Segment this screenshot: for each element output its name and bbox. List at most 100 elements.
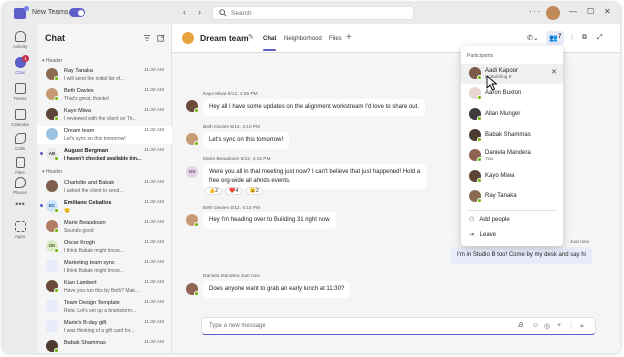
reaction-like[interactable]: 👍2 — [205, 187, 223, 195]
message-meta: Marie Beaudouin 5/12, 4:15 PM — [203, 157, 271, 162]
attach-icon[interactable]: + — [557, 322, 561, 329]
back-arrow-icon[interactable]: ‹ — [183, 7, 186, 17]
unread-indicator — [40, 152, 43, 155]
tab-neighborhood[interactable]: Neighborhood — [284, 36, 322, 42]
message-text: Let's sync on this tomorrow! — [209, 137, 284, 143]
section-header[interactable]: ▾ Header — [42, 169, 62, 175]
rail-item-chat[interactable]: 1 Chat — [3, 54, 37, 82]
my-message-bubble: I'm in Studio B too! Come by my desk and… — [451, 247, 592, 264]
chat-item[interactable]: Dream team Let's sync on this tomorrow! … — [37, 126, 172, 144]
teams-icon — [14, 83, 26, 94]
chat-item[interactable]: Kayo Miwa I reviewed with the client on … — [37, 106, 172, 124]
more-apps-icon[interactable]: ••• — [3, 199, 37, 209]
format-icon[interactable]: Ꭿ — [518, 322, 523, 330]
user-avatar[interactable] — [546, 6, 560, 20]
participant-name: Allan Munger — [485, 111, 521, 117]
participant-item[interactable]: Babak Shammas — [461, 126, 563, 146]
sticker-icon[interactable]: ◎ — [544, 322, 550, 330]
rail-item-places[interactable]: Places — [3, 174, 37, 202]
chat-item[interactable]: Marketing team sync I think Babak might … — [37, 258, 172, 276]
title-bar: New Teams ‹ › Search ··· — ☐ ✕ — [3, 3, 620, 24]
chat-item[interactable]: Babak Shammas 11:32 AM — [37, 338, 172, 353]
chat-name: Marketing team sync — [64, 260, 115, 266]
chat-item[interactable]: Beth Davies That's great, thanks! 11:32 … — [37, 86, 172, 104]
calendar-icon — [46, 320, 58, 332]
close-icon[interactable]: ✕ — [604, 7, 611, 16]
filter-icon[interactable] — [143, 34, 151, 42]
presence-icon — [54, 76, 59, 81]
chat-item[interactable]: Team Design Template Reta: Let's set up … — [37, 298, 172, 316]
participant-item[interactable]: Aadi Kapoor In Building 8 ✕ — [461, 64, 563, 84]
send-icon[interactable]: ➢ — [579, 322, 585, 330]
divider: | — [570, 322, 572, 329]
rail-item-teams[interactable]: Teams — [3, 80, 37, 108]
leave-button[interactable]: ⇥ Leave — [469, 231, 496, 238]
forward-arrow-icon[interactable]: › — [198, 7, 201, 17]
chat-item[interactable]: Kian Lambert Have you run this by Beth? … — [37, 278, 172, 296]
search-input[interactable]: Search — [212, 6, 414, 20]
rail-item-activity[interactable]: Activity — [3, 28, 37, 56]
reaction-count: 2 — [256, 188, 259, 194]
share-screen-icon[interactable]: ⧉ — [582, 34, 587, 42]
app-name: New Teams — [32, 9, 69, 16]
rail-label: Places — [13, 190, 27, 195]
leave-label: Leave — [479, 232, 497, 238]
participants-button[interactable]: 👥 7 — [546, 31, 564, 45]
chat-item[interactable]: Marie's B-day gift I was thinking of a g… — [37, 318, 172, 336]
people-icon: 👥 — [549, 35, 558, 42]
chat-preview: 😊 — [64, 207, 71, 214]
reaction-heart[interactable]: ❤️4 — [225, 187, 243, 195]
leave-icon: ⇥ — [469, 232, 475, 238]
group-avatar — [182, 32, 194, 44]
participant-item[interactable]: Ray Tanaka — [461, 187, 563, 207]
more-options-icon[interactable]: ··· — [529, 6, 541, 16]
tab-files[interactable]: Files — [329, 36, 342, 42]
section-header[interactable]: ▾ Header — [42, 58, 62, 64]
chat-time: 11:32 AM — [144, 180, 164, 185]
presence-icon — [477, 116, 482, 121]
presence-icon — [54, 248, 59, 253]
presence-icon — [54, 288, 59, 293]
rail-item-apps[interactable]: Apps — [3, 218, 37, 246]
section-header-label: Header — [45, 169, 63, 175]
new-teams-toggle[interactable] — [69, 8, 85, 17]
teams-window: New Teams ‹ › Search ··· — ☐ ✕ Activity … — [3, 3, 620, 353]
chat-item[interactable]: EC Emiliano Ceballos 😊 11:32 AM — [37, 198, 172, 216]
chat-preview: Have you run this by Beth? Mak... — [64, 287, 140, 294]
presence-icon — [477, 95, 482, 100]
remove-participant-icon[interactable]: ✕ — [551, 68, 557, 76]
new-chat-icon[interactable] — [157, 34, 165, 42]
chat-item[interactable]: Marie Beaudouin Sounds good 11:32 AM — [37, 218, 172, 236]
message-bubble: Does anyone want to grab an early lunch … — [203, 281, 351, 298]
emoji-icon[interactable]: ☺ — [532, 322, 539, 329]
chat-time: 11:32 AM — [144, 108, 164, 113]
chat-item[interactable]: Ray Tanaka I will send the initial list … — [37, 66, 172, 84]
avatar — [186, 283, 199, 296]
tab-chat[interactable]: Chat — [263, 36, 277, 51]
apps-icon — [14, 221, 26, 232]
edit-icon[interactable]: ✎ — [248, 33, 254, 41]
maximize-icon[interactable]: ☐ — [587, 7, 594, 16]
chat-time: 11:32 AM — [144, 128, 164, 133]
chat-item[interactable]: AB August Bergman I haven't checked avai… — [37, 146, 172, 164]
add-people-button[interactable]: ⚇ Add people — [469, 216, 510, 223]
participant-item[interactable]: Daniela Mandera You — [461, 146, 563, 166]
location-icon — [14, 177, 26, 188]
message-bubble: Let's sync on this tomorrow! — [203, 132, 290, 149]
minimize-icon[interactable]: — — [569, 7, 577, 16]
add-tab-icon[interactable]: + — [346, 32, 352, 43]
popout-icon[interactable]: ⤢ — [597, 34, 603, 42]
participant-item[interactable]: Aaron Buxton — [461, 84, 563, 104]
presence-icon — [54, 96, 59, 101]
message-composer[interactable]: Type a new message Ꭿ ☺ ◎ + | ➢ — [201, 317, 596, 335]
call-icon[interactable]: ✆⌄ — [527, 34, 539, 42]
reaction-surprised[interactable]: 😮2 — [245, 187, 263, 195]
chat-time: 11:32 AM — [144, 148, 164, 153]
chat-item[interactable]: OK Oscar Krogh I think Babak might know.… — [37, 238, 172, 256]
presence-icon — [54, 208, 59, 213]
message-meta: Daniela Mandera Just now — [203, 274, 260, 279]
chat-item[interactable]: Charlotte and Babak I asked the client t… — [37, 178, 172, 196]
participant-item[interactable]: Kayo Miwa — [461, 167, 563, 187]
participant-item[interactable]: Allan Munger — [461, 105, 563, 125]
message-meta: Beth Davies 5/12, 4:10 PM — [203, 125, 261, 130]
